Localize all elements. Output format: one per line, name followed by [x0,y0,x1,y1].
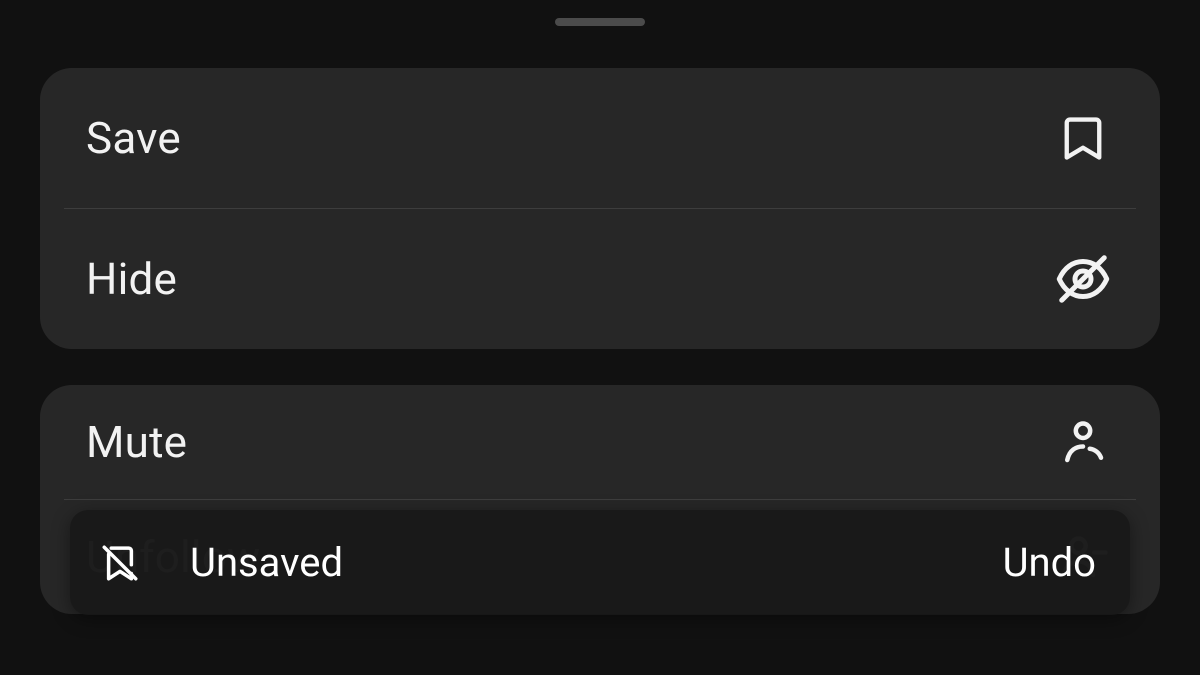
toast-content: Unsaved [98,539,343,586]
toast: Unsaved Undo [70,510,1130,615]
eye-off-icon [1052,248,1114,310]
mute-label: Mute [86,416,187,468]
save-label: Save [86,112,181,164]
action-sheet: Save Hide Mute [0,0,1200,675]
menu-group-1: Save Hide [40,68,1160,349]
user-circle-icon [1052,411,1114,473]
bookmark-removed-icon [98,541,142,585]
drag-handle[interactable] [555,18,645,26]
toast-message: Unsaved [190,539,343,586]
save-row[interactable]: Save [40,68,1160,208]
bookmark-icon [1052,107,1114,169]
hide-row[interactable]: Hide [40,209,1160,349]
drag-handle-area[interactable] [0,0,1200,44]
undo-button[interactable]: Undo [1003,539,1096,586]
hide-label: Hide [86,253,177,305]
mute-row[interactable]: Mute [40,385,1160,499]
